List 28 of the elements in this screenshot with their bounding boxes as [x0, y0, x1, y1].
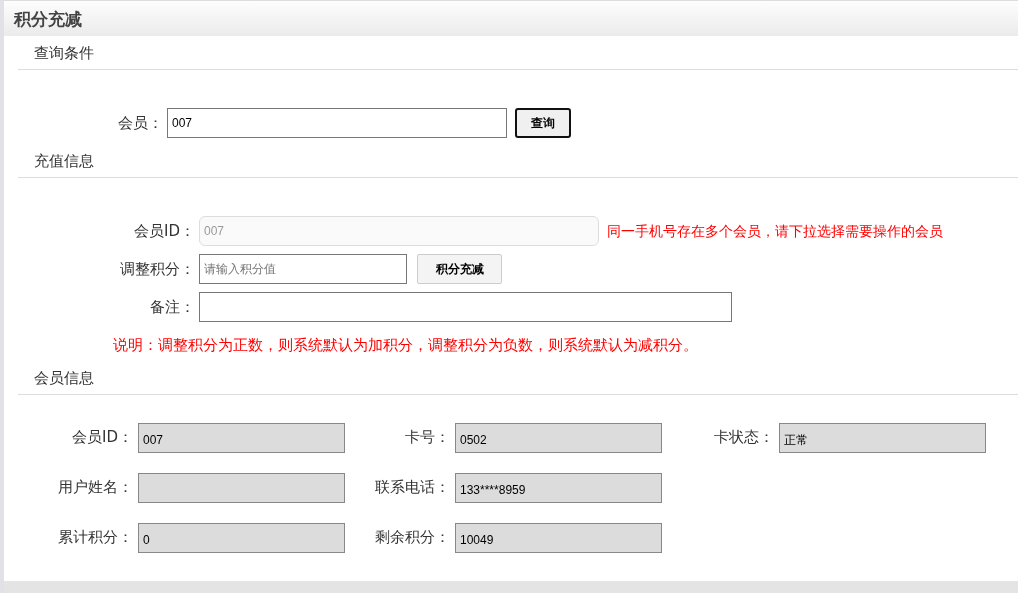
query-button[interactable]: 查询 — [515, 108, 571, 138]
readonly-field: 133****8959 — [455, 472, 662, 503]
field-label: 卡状态： — [713, 427, 775, 449]
adjust-points-button[interactable]: 积分充减 — [417, 254, 502, 284]
readonly-field: 10049 — [455, 522, 662, 553]
field-label: 累计积分： — [57, 527, 134, 549]
section-heading: 会员信息 — [18, 360, 1018, 395]
section-heading: 充值信息 — [18, 144, 1018, 178]
readonly-field: 0 — [138, 522, 345, 553]
field-label: 卡号： — [404, 427, 451, 449]
readonly-field: 正常 — [779, 422, 986, 453]
field-label: 调整积分： — [119, 258, 196, 280]
field-label: 会员ID： — [71, 427, 134, 449]
remark-input[interactable] — [199, 292, 732, 322]
readonly-field: 007 — [138, 422, 345, 453]
field-label: 用户姓名： — [57, 477, 134, 499]
field-label: 剩余积分： — [374, 527, 451, 549]
points-input[interactable]: 请输入积分值 — [199, 254, 407, 284]
member-input[interactable]: 007 — [167, 108, 507, 138]
readonly-field: 0502 — [455, 422, 662, 453]
section-heading: 查询条件 — [18, 36, 1018, 70]
note-text: 说明：调整积分为正数，则系统默认为加积分，调整积分为负数，则系统默认为减积分。 — [113, 335, 699, 356]
field-label: 备注： — [149, 296, 196, 318]
page-title: 积分充减 — [4, 1, 1018, 36]
field-label: 会员： — [117, 112, 164, 134]
hint-text: 同一手机号存在多个会员，请下拉选择需要操作的会员 — [607, 221, 943, 241]
field-label: 联系电话： — [374, 477, 451, 499]
field-label: 会员ID： — [133, 220, 196, 242]
